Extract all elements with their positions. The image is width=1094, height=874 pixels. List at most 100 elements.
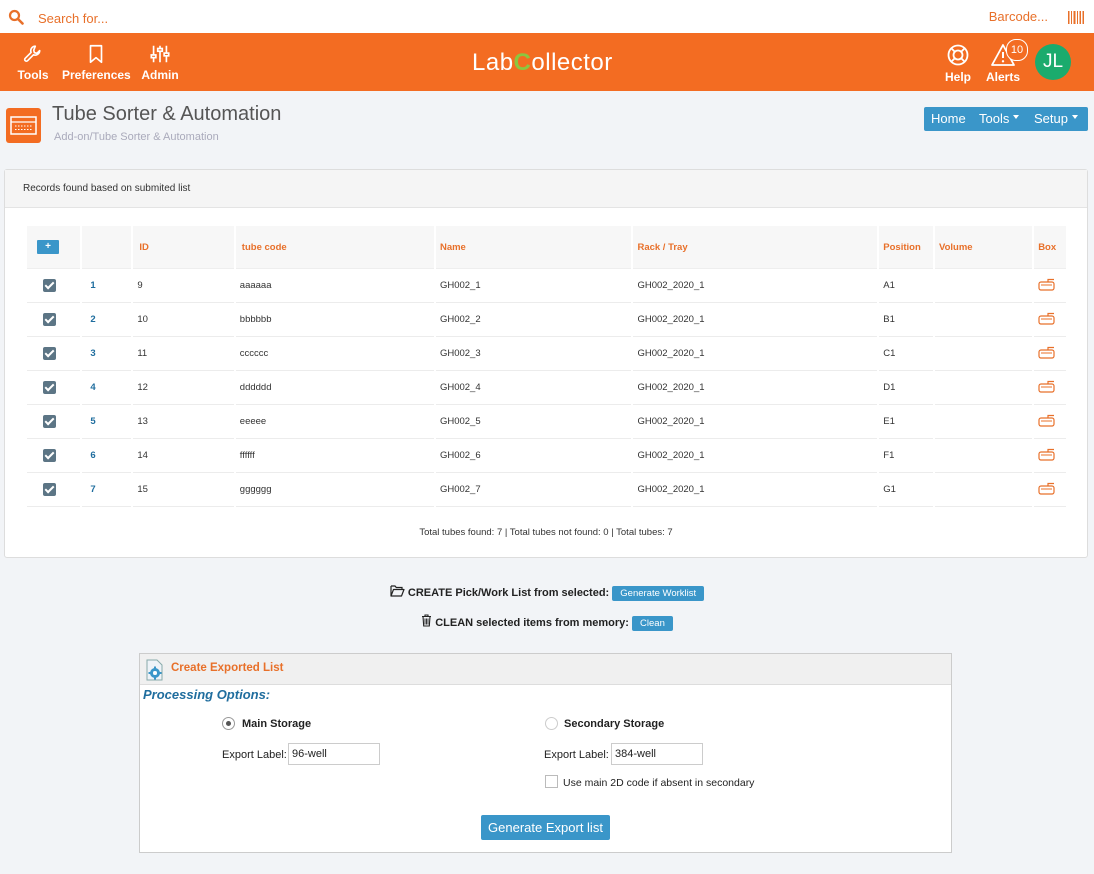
admin-nav-label: Admin <box>141 68 179 82</box>
setup-menu-label: Setup <box>1034 111 1068 126</box>
row-position: F1 <box>879 439 933 473</box>
preferences-nav-button[interactable]: Preferences <box>62 33 131 91</box>
main-export-label-input[interactable] <box>288 743 380 765</box>
tools-menu-button[interactable]: Tools <box>979 111 1020 126</box>
row-box-cell <box>1034 405 1066 439</box>
row-index[interactable]: 1 <box>82 269 132 303</box>
add-column-header: + <box>27 226 81 269</box>
row-checkbox-cell <box>27 371 81 405</box>
search-input[interactable] <box>36 6 640 30</box>
generate-worklist-button[interactable]: Generate Worklist <box>612 585 705 601</box>
records-heading: Records found based on submited list <box>23 183 191 194</box>
barcode-link[interactable]: Barcode... <box>989 9 1048 24</box>
records-panel-header: Records found based on submited list <box>5 170 1087 208</box>
table-row[interactable]: 1 9 aaaaaa GH002_1 GH002_2020_1 A1 <box>27 269 1066 303</box>
search-icon[interactable] <box>8 9 24 25</box>
row-box-cell <box>1034 439 1066 473</box>
home-button[interactable]: Home <box>931 111 966 126</box>
barcode-icon[interactable] <box>1068 11 1084 24</box>
row-checkbox[interactable] <box>43 415 56 428</box>
add-button[interactable]: + <box>37 240 59 254</box>
column-header-id[interactable]: ID <box>133 226 234 269</box>
column-header-tube-code[interactable]: tube code <box>235 226 434 269</box>
row-index[interactable]: 5 <box>82 405 132 439</box>
box-icon[interactable] <box>1038 346 1056 359</box>
table-row[interactable]: 3 11 cccccc GH002_3 GH002_2020_1 C1 <box>27 337 1066 371</box>
row-checkbox[interactable] <box>43 313 56 326</box>
tools-nav-button[interactable]: Tools <box>13 33 53 91</box>
row-rack-tray: GH002_2020_1 <box>633 337 878 371</box>
row-position: C1 <box>879 337 933 371</box>
row-volume <box>934 371 1033 405</box>
clean-memory-row: CLEAN selected items from memory: Clean <box>0 614 1094 631</box>
row-id: 14 <box>133 439 234 473</box>
column-header-box[interactable]: Box <box>1034 226 1066 269</box>
box-icon[interactable] <box>1038 448 1056 461</box>
user-avatar[interactable]: JL <box>1035 44 1071 80</box>
row-id: 9 <box>133 269 234 303</box>
table-row[interactable]: 7 15 gggggg GH002_7 GH002_2020_1 G1 <box>27 473 1066 507</box>
row-rack-tray: GH002_2020_1 <box>633 473 878 507</box>
breadcrumb[interactable]: Add-on/Tube Sorter & Automation <box>54 131 219 143</box>
admin-nav-button[interactable]: Admin <box>140 33 180 91</box>
row-checkbox-cell <box>27 439 81 473</box>
table-row[interactable]: 2 10 bbbbbb GH002_2 GH002_2020_1 B1 <box>27 303 1066 337</box>
main-export-label-text: Export Label: <box>222 749 287 761</box>
labcollector-logo[interactable]: LabCollector <box>472 49 613 77</box>
table-row[interactable]: 5 13 eeeee GH002_5 GH002_2020_1 E1 <box>27 405 1066 439</box>
box-icon[interactable] <box>1038 312 1056 325</box>
column-header-rack-tray[interactable]: Rack / Tray <box>633 226 878 269</box>
row-index[interactable]: 7 <box>82 473 132 507</box>
help-nav-button[interactable]: Help <box>940 33 976 91</box>
row-rack-tray: GH002_2020_1 <box>633 405 878 439</box>
table-header-row: + ID tube code Name Rack / Tray Position… <box>27 226 1066 269</box>
create-worklist-label: CREATE Pick/Work List from selected: <box>407 587 610 599</box>
row-name: GH002_4 <box>435 371 632 405</box>
use-main-2d-code-checkbox[interactable] <box>545 775 558 788</box>
row-checkbox[interactable] <box>43 381 56 394</box>
secondary-storage-radio[interactable] <box>545 717 558 730</box>
secondary-export-label-input[interactable] <box>611 743 703 765</box>
row-name: GH002_6 <box>435 439 632 473</box>
column-header-position[interactable]: Position <box>879 226 933 269</box>
logo-text-ollector: ollector <box>531 49 613 76</box>
box-icon[interactable] <box>1038 278 1056 291</box>
row-checkbox-cell <box>27 303 81 337</box>
row-checkbox[interactable] <box>43 483 56 496</box>
row-volume <box>934 405 1033 439</box>
box-icon[interactable] <box>1038 414 1056 427</box>
row-tube-code: gggggg <box>235 473 434 507</box>
row-checkbox[interactable] <box>43 347 56 360</box>
column-header-name[interactable]: Name <box>435 226 632 269</box>
row-index[interactable]: 2 <box>82 303 132 337</box>
sliders-icon <box>150 45 170 63</box>
tools-nav-label: Tools <box>17 68 49 82</box>
top-navigation: Tools Preferences Admin LabCollector Hel… <box>0 33 1094 91</box>
column-header-volume[interactable]: Volume <box>934 226 1033 269</box>
generate-export-list-button[interactable]: Generate Export list <box>481 815 610 840</box>
search-bar: Barcode... <box>0 0 1094 33</box>
row-box-cell <box>1034 269 1066 303</box>
export-panel: Create Exported List Processing Options:… <box>139 653 952 853</box>
box-icon[interactable] <box>1038 482 1056 495</box>
row-index[interactable]: 6 <box>82 439 132 473</box>
clean-button[interactable]: Clean <box>632 615 673 631</box>
tube-sorter-icon <box>6 108 41 143</box>
row-index[interactable]: 3 <box>82 337 132 371</box>
row-position: E1 <box>879 405 933 439</box>
row-volume <box>934 473 1033 507</box>
row-checkbox[interactable] <box>43 279 56 292</box>
export-panel-header: Create Exported List <box>140 654 951 685</box>
table-row[interactable]: 4 12 dddddd GH002_4 GH002_2020_1 D1 <box>27 371 1066 405</box>
create-worklist-row: CREATE Pick/Work List from selected: Gen… <box>0 585 1094 601</box>
row-checkbox-cell <box>27 337 81 371</box>
box-icon[interactable] <box>1038 380 1056 393</box>
table-row[interactable]: 6 14 ffffff GH002_6 GH002_2020_1 F1 <box>27 439 1066 473</box>
use-main-2d-code-label: Use main 2D code if absent in secondary <box>563 777 755 789</box>
setup-menu-button[interactable]: Setup <box>1034 111 1078 126</box>
row-box-cell <box>1034 473 1066 507</box>
row-tube-code: dddddd <box>235 371 434 405</box>
main-storage-radio[interactable] <box>222 717 235 730</box>
row-index[interactable]: 4 <box>82 371 132 405</box>
row-checkbox[interactable] <box>43 449 56 462</box>
